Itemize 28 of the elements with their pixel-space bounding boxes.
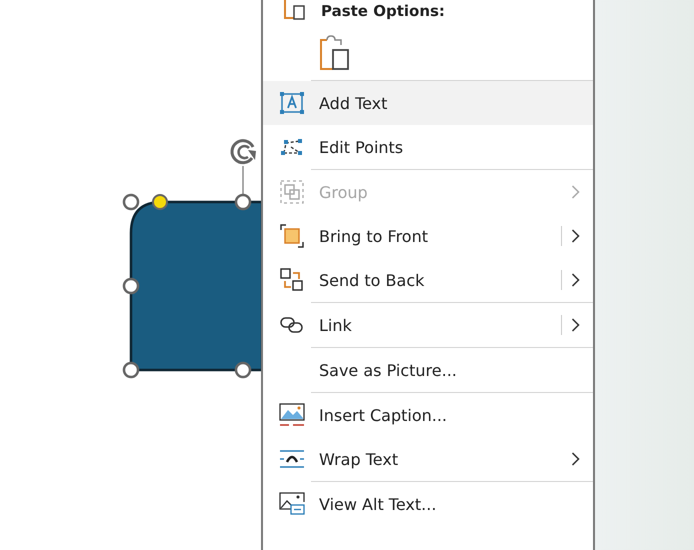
menu-item[interactable]: Save as Picture... [263,348,593,392]
edit-points-icon [280,137,304,157]
menu-item[interactable]: View Alt Text... [263,482,593,526]
resize-handle[interactable] [234,194,252,210]
clipboard-icon [319,35,351,71]
resize-handle[interactable] [122,362,140,378]
bring-to-front-icon [280,224,304,248]
send-to-back-icon [280,268,304,292]
menu-item[interactable]: Wrap Text [263,437,593,481]
rotation-line [242,166,244,196]
paste-options-title: Paste Options: [321,2,445,20]
menu-item[interactable]: Link [263,303,593,347]
menu-item[interactable]: Add Text [263,81,593,125]
menu-item[interactable]: Insert Caption... [263,393,593,437]
resize-handle[interactable] [234,362,252,378]
resize-handle[interactable] [122,194,140,210]
resize-handle[interactable] [122,278,140,294]
wrap-text-icon [279,449,305,469]
link-icon [280,317,304,333]
menu-item[interactable]: Bring to Front [263,214,593,258]
menu-item[interactable]: Send to Back [263,258,593,302]
text-box-icon [280,92,304,114]
rotate-handle[interactable] [230,139,256,164]
menu-item[interactable]: Edit Points [263,125,593,169]
adjustment-handle[interactable] [152,194,168,210]
group-icon [280,180,304,204]
image-caption-icon [279,403,305,427]
alt-text-icon [279,492,305,516]
